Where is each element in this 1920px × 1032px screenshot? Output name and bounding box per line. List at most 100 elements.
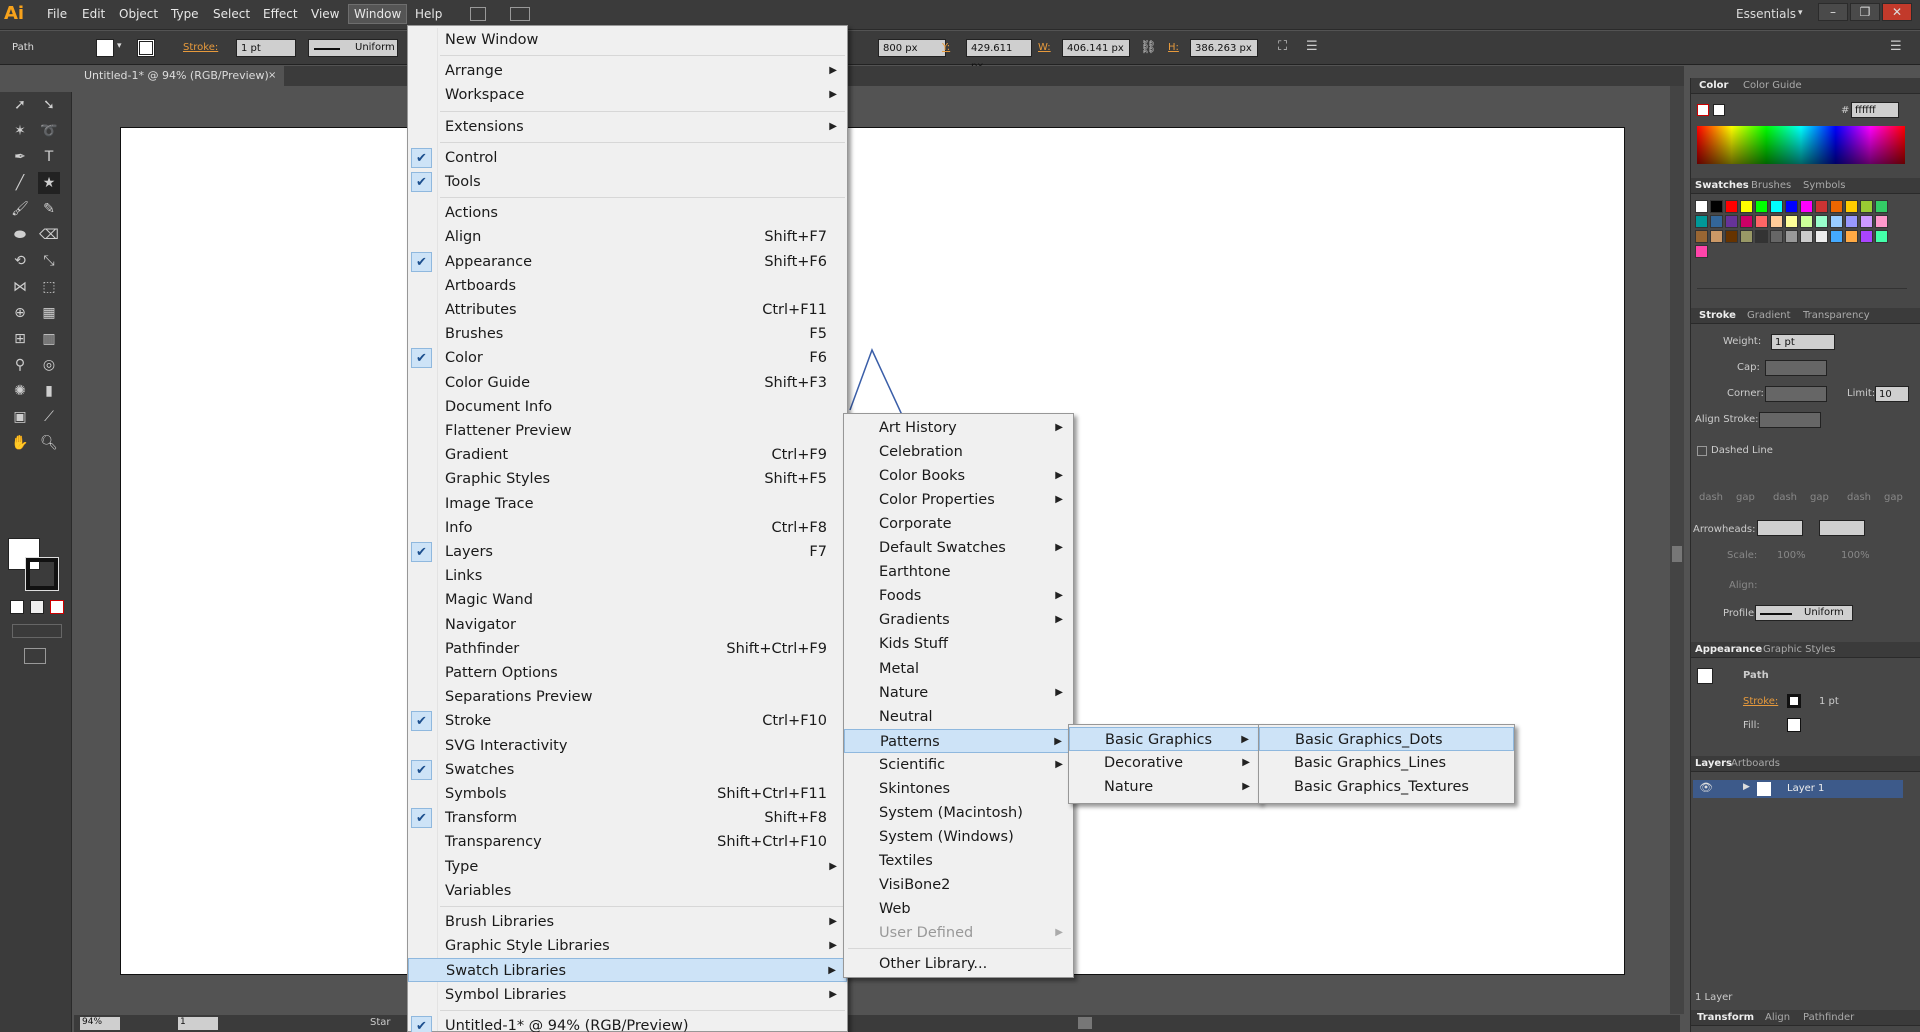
menu-item-color-properties[interactable]: Color Properties ▶ bbox=[844, 488, 1073, 512]
expand-triangle-icon[interactable]: ▶ bbox=[1743, 782, 1750, 792]
free-transform-tool-icon[interactable]: ⬚ bbox=[38, 276, 60, 298]
menu-type[interactable]: Type bbox=[166, 6, 204, 22]
close-button[interactable]: ✕ bbox=[1882, 3, 1912, 21]
tab-symbols[interactable]: Symbols bbox=[1803, 180, 1845, 191]
menu-item-skintones[interactable]: Skintones bbox=[844, 777, 1073, 801]
menu-item-appearance[interactable]: ✔ Appearance Shift+F6 bbox=[408, 250, 847, 274]
white-swatch-icon[interactable] bbox=[1713, 104, 1725, 116]
none-swatch-icon[interactable] bbox=[1697, 104, 1709, 116]
swatch[interactable] bbox=[1740, 215, 1753, 228]
swatch[interactable] bbox=[1830, 215, 1843, 228]
menu-item-nature[interactable]: Nature ▶ bbox=[1069, 775, 1260, 799]
menu-select[interactable]: Select bbox=[208, 6, 255, 22]
swatch[interactable] bbox=[1815, 230, 1828, 243]
menu-item-kids-stuff[interactable]: Kids Stuff bbox=[844, 632, 1073, 656]
stroke-swatch[interactable] bbox=[137, 39, 155, 57]
scroll-thumb[interactable] bbox=[1672, 546, 1682, 562]
height-input[interactable]: 386.263 px bbox=[1190, 39, 1258, 57]
symbol-sprayer-tool-icon[interactable]: ✺ bbox=[9, 380, 31, 402]
menu-item-attributes[interactable]: Attributes Ctrl+F11 bbox=[408, 298, 847, 322]
stroke-color-icon[interactable] bbox=[25, 557, 59, 591]
menu-item-metal[interactable]: Metal bbox=[844, 657, 1073, 681]
mesh-tool-icon[interactable]: ⊞ bbox=[9, 328, 31, 350]
magic-wand-tool-icon[interactable]: ✶ bbox=[9, 120, 31, 142]
column-graph-tool-icon[interactable]: ▮ bbox=[38, 380, 60, 402]
menu-item-artboards[interactable]: Artboards bbox=[408, 274, 847, 298]
tab-pathfinder[interactable]: Pathfinder bbox=[1803, 1012, 1854, 1023]
rotate-tool-icon[interactable]: ⟲ bbox=[9, 250, 31, 272]
menu-item-actions[interactable]: Actions bbox=[408, 201, 847, 225]
maximize-button[interactable]: ❐ bbox=[1850, 3, 1880, 21]
menu-item-graphic-style-libraries[interactable]: Graphic Style Libraries ▶ bbox=[408, 934, 847, 958]
appearance-stroke-swatch[interactable] bbox=[1787, 694, 1801, 708]
swatch[interactable] bbox=[1725, 215, 1738, 228]
swatch[interactable] bbox=[1830, 200, 1843, 213]
menu-item-system-macintosh[interactable]: System (Macintosh) bbox=[844, 801, 1073, 825]
menu-item-default-swatches[interactable]: Default Swatches ▶ bbox=[844, 536, 1073, 560]
menu-item-nature[interactable]: Nature ▶ bbox=[844, 681, 1073, 705]
swatch[interactable] bbox=[1785, 215, 1798, 228]
swatch[interactable] bbox=[1860, 230, 1873, 243]
swatch[interactable] bbox=[1725, 200, 1738, 213]
menu-item-untitled-1-94-rgb-preview[interactable]: ✔ Untitled-1* @ 94% (RGB/Preview) bbox=[408, 1014, 847, 1032]
menu-item-basic-graphics-textures[interactable]: Basic Graphics_Textures bbox=[1259, 775, 1514, 799]
tab-transparency[interactable]: Transparency bbox=[1803, 310, 1870, 321]
swatch[interactable] bbox=[1830, 230, 1843, 243]
workspace-switcher[interactable]: Essentials bbox=[1736, 7, 1796, 21]
star-path-fragment[interactable] bbox=[840, 345, 940, 415]
type-tool-icon[interactable]: T bbox=[38, 146, 60, 168]
limit-input[interactable]: 10 bbox=[1875, 386, 1909, 402]
tab-color-guide[interactable]: Color Guide bbox=[1743, 80, 1802, 91]
swatch[interactable] bbox=[1695, 200, 1708, 213]
menu-item-flattener-preview[interactable]: Flattener Preview bbox=[408, 419, 847, 443]
menu-item-art-history[interactable]: Art History ▶ bbox=[844, 416, 1073, 440]
swatch[interactable] bbox=[1875, 230, 1888, 243]
menu-item-basic-graphics-dots[interactable]: Basic Graphics_Dots bbox=[1259, 727, 1514, 751]
weight-input[interactable]: 1 pt bbox=[1771, 334, 1835, 350]
menu-view[interactable]: View bbox=[306, 6, 344, 22]
document-tab[interactable]: Untitled-1* @ 94% (RGB/Preview) × bbox=[74, 66, 284, 86]
tab-color[interactable]: Color bbox=[1699, 80, 1728, 91]
menu-item-svg-interactivity[interactable]: SVG Interactivity bbox=[408, 734, 847, 758]
start-arrowhead-select[interactable] bbox=[1757, 520, 1803, 536]
swatch[interactable] bbox=[1800, 230, 1813, 243]
menu-object[interactable]: Object bbox=[114, 6, 163, 22]
menu-item-align[interactable]: Align Shift+F7 bbox=[408, 225, 847, 249]
menu-item-celebration[interactable]: Celebration bbox=[844, 440, 1073, 464]
swatch[interactable] bbox=[1875, 215, 1888, 228]
menu-item-neutral[interactable]: Neutral bbox=[844, 705, 1073, 729]
blob-brush-tool-icon[interactable]: ⬬ bbox=[9, 224, 31, 246]
transform-icon[interactable]: ⛶ bbox=[1278, 39, 1287, 54]
menu-item-variables[interactable]: Variables bbox=[408, 879, 847, 903]
pen-tool-icon[interactable]: ✒ bbox=[9, 146, 31, 168]
swatch[interactable] bbox=[1800, 215, 1813, 228]
stroke-label[interactable]: Stroke: bbox=[183, 42, 218, 53]
menu-item-navigator[interactable]: Navigator bbox=[408, 613, 847, 637]
menu-item-arrange[interactable]: Arrange ▶ bbox=[408, 59, 847, 83]
none-mode-icon[interactable] bbox=[50, 600, 64, 614]
menu-file[interactable]: File bbox=[42, 6, 72, 22]
swatch[interactable] bbox=[1755, 215, 1768, 228]
menu-item-magic-wand[interactable]: Magic Wand bbox=[408, 588, 847, 612]
menu-item-basic-graphics-lines[interactable]: Basic Graphics_Lines bbox=[1259, 751, 1514, 775]
options-icon[interactable]: ☰ bbox=[1306, 39, 1318, 54]
tab-transform[interactable]: Transform bbox=[1697, 1012, 1754, 1023]
swatch[interactable] bbox=[1740, 200, 1753, 213]
slice-tool-icon[interactable]: ⟋ bbox=[38, 406, 60, 428]
menu-item-gradient[interactable]: Gradient Ctrl+F9 bbox=[408, 443, 847, 467]
tab-stroke[interactable]: Stroke bbox=[1699, 310, 1736, 321]
eyedropper-tool-icon[interactable]: ⚲ bbox=[9, 354, 31, 376]
menu-item-decorative[interactable]: Decorative ▶ bbox=[1069, 751, 1260, 775]
chevron-down-icon[interactable]: ▾ bbox=[117, 41, 122, 51]
pencil-tool-icon[interactable]: ✎ bbox=[38, 198, 60, 220]
scale-tool-icon[interactable]: ⤡ bbox=[38, 250, 60, 272]
close-tab-icon[interactable]: × bbox=[268, 66, 276, 86]
menu-item-brush-libraries[interactable]: Brush Libraries ▶ bbox=[408, 910, 847, 934]
end-arrowhead-select[interactable] bbox=[1819, 520, 1865, 536]
swatch[interactable] bbox=[1740, 230, 1753, 243]
artboard-number-input[interactable]: 1 bbox=[178, 1017, 218, 1030]
swatch[interactable] bbox=[1695, 245, 1708, 258]
profile-select[interactable]: Uniform bbox=[1755, 605, 1853, 621]
menu-item-document-info[interactable]: Document Info bbox=[408, 395, 847, 419]
corner-buttons[interactable] bbox=[1765, 386, 1827, 402]
